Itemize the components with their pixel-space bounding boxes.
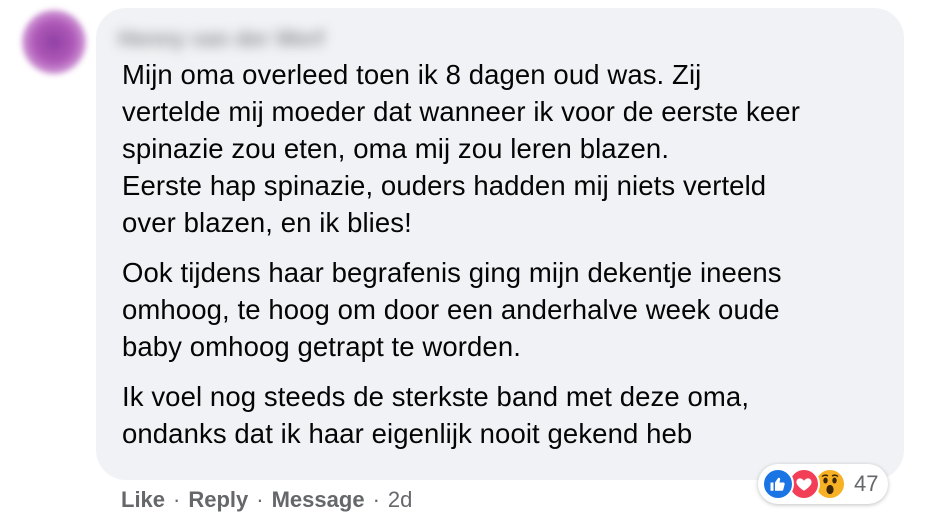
- comment-author-name[interactable]: Henny van der Werf: [118, 26, 324, 52]
- like-icon: [762, 468, 794, 500]
- comment-timestamp[interactable]: 2d: [388, 487, 412, 513]
- reaction-icons: [762, 468, 846, 500]
- avatar[interactable]: [22, 10, 86, 74]
- reaction-count: 47: [854, 471, 879, 496]
- like-button[interactable]: Like: [121, 487, 165, 513]
- separator-dot: ·: [256, 487, 264, 512]
- reactions-summary[interactable]: 47: [758, 464, 889, 504]
- comment-actions: Like · Reply · Message · 2d: [121, 485, 412, 515]
- comment-paragraph-3: Ik voel nog steeds de sterkste band met …: [122, 381, 750, 449]
- separator-dot: ·: [372, 487, 380, 512]
- comment-paragraph-2: Ook tijdens haar begrafenis ging mijn de…: [122, 257, 782, 362]
- message-button[interactable]: Message: [272, 487, 365, 513]
- comment-thread: Henny van der Werf Mijn oma overleed toe…: [0, 0, 926, 519]
- comment-paragraph-1: Mijn oma overleed toen ik 8 dagen oud wa…: [122, 59, 800, 238]
- comment-author[interactable]: Henny van der Werf: [118, 26, 366, 52]
- reply-button[interactable]: Reply: [188, 487, 248, 513]
- comment-body: Mijn oma overleed toen ik 8 dagen oud wa…: [122, 56, 892, 452]
- separator-dot: ·: [173, 487, 181, 512]
